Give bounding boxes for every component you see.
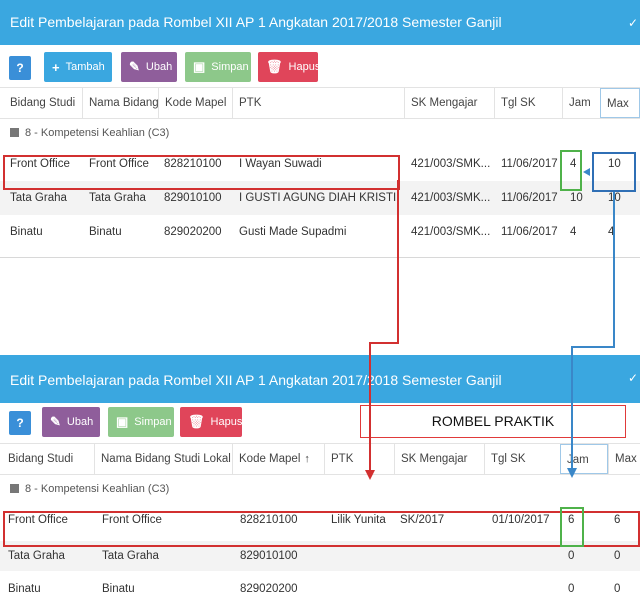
group-row[interactable]: 8 - Kompetensi Keahlian (C3): [0, 119, 640, 147]
cell-nama-bidang: Binatu: [102, 583, 135, 595]
top-panel-title-text: Edit Pembelajaran pada Rombel XII AP 1 A…: [10, 14, 502, 30]
col-ptk[interactable]: PTK: [232, 88, 404, 118]
help-button-label: ?: [16, 416, 24, 430]
col-kode-mapel[interactable]: Kode Mapel: [158, 88, 232, 118]
rombel-praktik-label: ROMBEL PRAKTIK: [360, 405, 626, 438]
table-row[interactable]: Binatu Binatu 829020200 Gusti Made Supad…: [0, 215, 640, 249]
col-tgl-sk[interactable]: Tgl SK: [494, 88, 562, 118]
cell-sk-mengajar: 421/003/SMK...: [411, 192, 491, 204]
trash-icon: 🗑: [188, 414, 205, 429]
col-nama-bidang-studi-lokal[interactable]: Nama Bidang Studi Lokal: [94, 444, 232, 474]
pencil-icon: ✎: [50, 414, 61, 429]
plus-icon: +: [52, 59, 60, 75]
col-bidang-studi[interactable]: Bidang Studi: [2, 444, 94, 474]
floppy-icon: ▣: [193, 59, 206, 74]
trash-icon: 🗑: [266, 59, 283, 74]
cell-max: 4: [608, 226, 615, 238]
cell-kode-mapel: 829020200: [240, 583, 298, 595]
edit-button[interactable]: ✎ Ubah: [42, 407, 100, 437]
group-row[interactable]: 8 - Kompetensi Keahlian (C3): [0, 475, 640, 503]
cell-max: 0: [614, 583, 621, 595]
col-kode-mapel-label: Kode Mapel: [239, 453, 301, 465]
cell-bidang-studi: Binatu: [10, 226, 43, 238]
group-label: 8 - Kompetensi Keahlian (C3): [25, 483, 170, 495]
table-row[interactable]: Binatu Binatu 829020200 0 0: [0, 571, 640, 607]
delete-button[interactable]: 🗑 Hapus: [258, 52, 321, 82]
cell-sk-mengajar: 421/003/SMK...: [411, 226, 491, 238]
bottom-row-highlight: [3, 511, 640, 547]
save-button[interactable]: ▣ Simpan: [185, 52, 251, 82]
help-button-label: ?: [16, 61, 24, 75]
col-kode-mapel[interactable]: Kode Mapel ↑: [232, 444, 324, 474]
delete-button-label: Hapus: [288, 61, 321, 73]
pencil-icon: ✎: [129, 59, 140, 74]
col-jam[interactable]: Jam: [560, 444, 608, 474]
col-sk-mengajar[interactable]: SK Mengajar: [394, 444, 484, 474]
collapse-icon[interactable]: ✓: [628, 16, 638, 30]
collapse-icon[interactable]: ✓: [628, 371, 638, 385]
top-panel: Edit Pembelajaran pada Rombel XII AP 1 A…: [0, 0, 640, 258]
help-button[interactable]: ?: [9, 411, 31, 435]
floppy-icon: ▣: [116, 414, 129, 429]
col-max[interactable]: Max: [600, 88, 640, 118]
bottom-panel-title-text: Edit Pembelajaran pada Rombel XII AP 1 A…: [10, 372, 502, 388]
cell-jam: 4: [570, 226, 577, 238]
col-ptk[interactable]: PTK: [324, 444, 394, 474]
bottom-table-header: Bidang Studi Nama Bidang Studi Lokal Kod…: [0, 443, 640, 475]
edit-button-label: Ubah: [145, 61, 173, 73]
cell-tgl-sk: 11/06/2017: [501, 192, 558, 204]
cell-bidang-studi: Binatu: [8, 583, 41, 595]
save-button-label: Simpan: [211, 61, 249, 73]
add-button[interactable]: + Tambah: [44, 52, 112, 82]
sort-ascending-icon: ↑: [304, 453, 310, 465]
delete-button[interactable]: 🗑 Hapus: [180, 407, 242, 437]
cell-nama-bidang: Binatu: [89, 226, 122, 238]
top-jam-highlight: [560, 150, 582, 191]
save-button[interactable]: ▣ Simpan: [108, 407, 174, 437]
cell-ptk: Gusti Made Supadmi: [239, 226, 347, 238]
bottom-panel: Edit Pembelajaran pada Rombel XII AP 1 A…: [0, 355, 640, 615]
bottom-jam-highlight: [560, 507, 584, 547]
collapse-group-icon[interactable]: [10, 484, 19, 493]
col-jam[interactable]: Jam: [562, 88, 600, 118]
edit-button-label: Ubah: [66, 416, 94, 428]
top-table-header: Bidang Studi Nama Bidang... Kode Mapel P…: [0, 87, 640, 119]
col-bidang-studi[interactable]: Bidang Studi: [4, 88, 82, 118]
bottom-panel-title: Edit Pembelajaran pada Rombel XII AP 1 A…: [0, 355, 640, 403]
edit-button[interactable]: ✎ Ubah: [121, 52, 177, 82]
cell-jam: 0: [568, 583, 575, 595]
save-button-label: Simpan: [134, 416, 172, 428]
top-toolbar: ? + Tambah ✎ Ubah ▣ Simpan 🗑 Hapus: [0, 45, 640, 87]
add-button-label: Tambah: [65, 61, 105, 73]
col-sk-mengajar[interactable]: SK Mengajar: [404, 88, 494, 118]
cell-tgl-sk: 11/06/2017: [501, 226, 558, 238]
cell-kode-mapel: 829020200: [164, 226, 222, 238]
col-nama-bidang[interactable]: Nama Bidang...: [82, 88, 158, 118]
cell-sk-mengajar: 421/003/SMK...: [411, 158, 491, 170]
col-tgl-sk[interactable]: Tgl SK: [484, 444, 560, 474]
top-row-highlight: [3, 155, 400, 190]
group-label: 8 - Kompetensi Keahlian (C3): [25, 127, 170, 139]
collapse-group-icon[interactable]: [10, 128, 19, 137]
col-max[interactable]: Max: [608, 444, 640, 474]
help-button[interactable]: ?: [9, 56, 31, 80]
top-panel-title: Edit Pembelajaran pada Rombel XII AP 1 A…: [0, 0, 640, 45]
delete-button-label: Hapus: [210, 416, 243, 428]
cell-tgl-sk: 11/06/2017: [501, 158, 558, 170]
top-max-highlight: [592, 152, 636, 192]
